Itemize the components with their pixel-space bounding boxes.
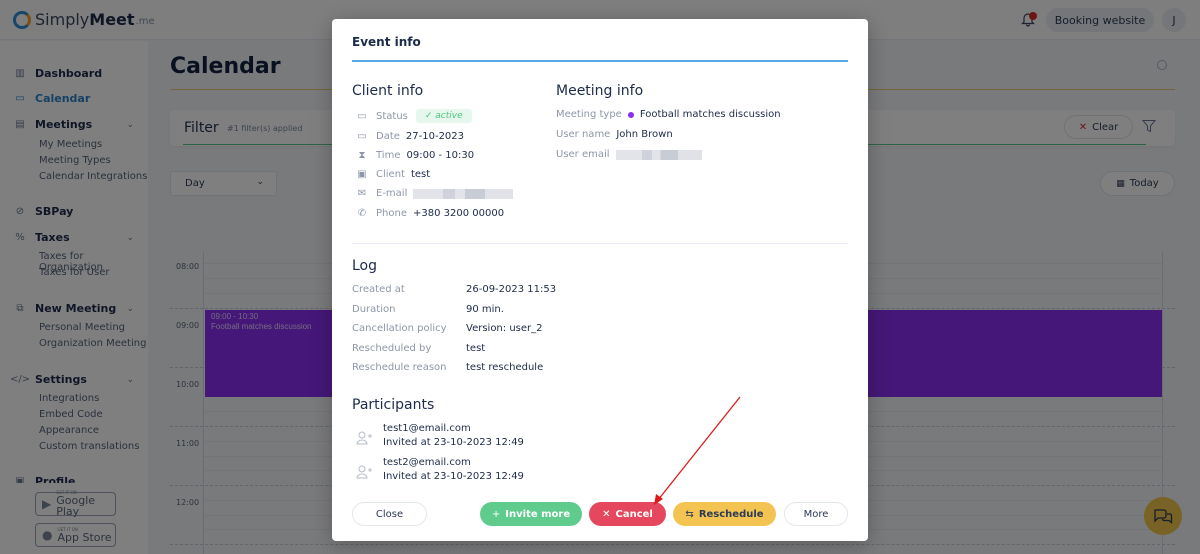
log-value: Version: user_2: [466, 323, 543, 334]
close-button[interactable]: Close: [352, 502, 427, 526]
modal-title-divider: [352, 60, 848, 62]
hourglass-icon: ⧗: [358, 150, 366, 161]
client-label: Client: [376, 169, 405, 180]
log-label: Reschedule reason: [352, 362, 447, 373]
log-label: Created at: [352, 284, 405, 295]
section-divider: [352, 243, 848, 244]
add-user-icon: [356, 465, 372, 479]
invite-more-button[interactable]: + Invite more: [480, 502, 582, 526]
redacted-email: [615, 149, 702, 160]
plus-icon: +: [491, 508, 501, 520]
participant-invited: Invited at 23-10-2023 12:49: [383, 437, 524, 448]
meeting-info-heading: Meeting info: [556, 83, 644, 99]
participants-heading: Participants: [352, 397, 435, 413]
log-value: 26-09-2023 11:53: [466, 284, 557, 295]
log-label: Cancellation policy: [352, 323, 447, 334]
user-email-row: User email: [556, 149, 702, 160]
log-value: 90 min.: [466, 304, 504, 315]
meeting-type-value: Football matches discussion: [639, 109, 781, 120]
log-label: Duration: [352, 304, 396, 315]
user-name-value: John Brown: [616, 129, 673, 140]
user-email-label: User email: [556, 149, 610, 160]
client-value: test: [410, 169, 431, 180]
time-value: 09:00 - 10:30: [406, 150, 475, 161]
log-value: test: [466, 343, 486, 354]
time-label: Time: [376, 150, 401, 161]
close-icon: ✕: [602, 508, 611, 520]
phone-label: Phone: [376, 208, 407, 219]
reschedule-label: Reschedule: [698, 508, 764, 520]
status-badge: ✓ active: [415, 109, 472, 123]
log-value: test reschedule: [466, 362, 544, 373]
more-button[interactable]: More: [784, 502, 848, 526]
meeting-type-label: Meeting type: [556, 109, 622, 120]
log-heading: Log: [352, 258, 378, 274]
id-card-icon: ▣: [357, 169, 367, 180]
time-row: ⧗ Time 09:00 - 10:30: [356, 150, 474, 161]
client-info-heading: Client info: [352, 83, 424, 99]
add-user-icon: [356, 431, 372, 445]
cancel-button[interactable]: ✕ Cancel: [589, 502, 666, 526]
reschedule-button[interactable]: ⇆ Reschedule: [673, 502, 776, 526]
status-label: Status: [376, 110, 408, 122]
modal-title: Event info: [352, 35, 421, 49]
reschedule-icon: ⇆: [685, 508, 694, 520]
status-value: active: [435, 111, 463, 121]
phone-row: ✆ Phone +380 3200 00000: [356, 208, 504, 219]
event-info-modal: Event info Client info ▭ Status ✓ active…: [332, 19, 868, 541]
date-row: ▭ Date 27-10-2023: [356, 131, 464, 142]
redacted-email: [413, 188, 514, 199]
date-label: Date: [376, 131, 400, 142]
calendar-icon: ▭: [357, 131, 367, 142]
participant-email: test1@email.com: [383, 423, 471, 434]
date-value: 27-10-2023: [405, 131, 465, 142]
meeting-color-dot: [627, 111, 634, 118]
envelope-icon: ✉: [357, 188, 367, 199]
meeting-type-row: Meeting type Football matches discussion: [556, 109, 781, 120]
email-row: ✉ E-mail: [356, 188, 514, 199]
user-name-label: User name: [556, 129, 611, 140]
phone-value: +380 3200 00000: [412, 208, 505, 219]
participant-invited: Invited at 23-10-2023 12:49: [383, 471, 524, 482]
participant-email: test2@email.com: [383, 457, 471, 468]
comment-icon: ▭: [357, 110, 367, 122]
user-name-row: User name John Brown: [556, 129, 673, 140]
status-row: ▭ Status ✓ active: [356, 109, 472, 123]
client-row: ▣ Client test: [356, 169, 430, 180]
invite-label: Invite more: [505, 508, 571, 520]
email-label: E-mail: [376, 188, 408, 199]
log-label: Rescheduled by: [352, 343, 432, 354]
phone-icon: ✆: [357, 208, 367, 219]
cancel-label: Cancel: [615, 508, 653, 520]
